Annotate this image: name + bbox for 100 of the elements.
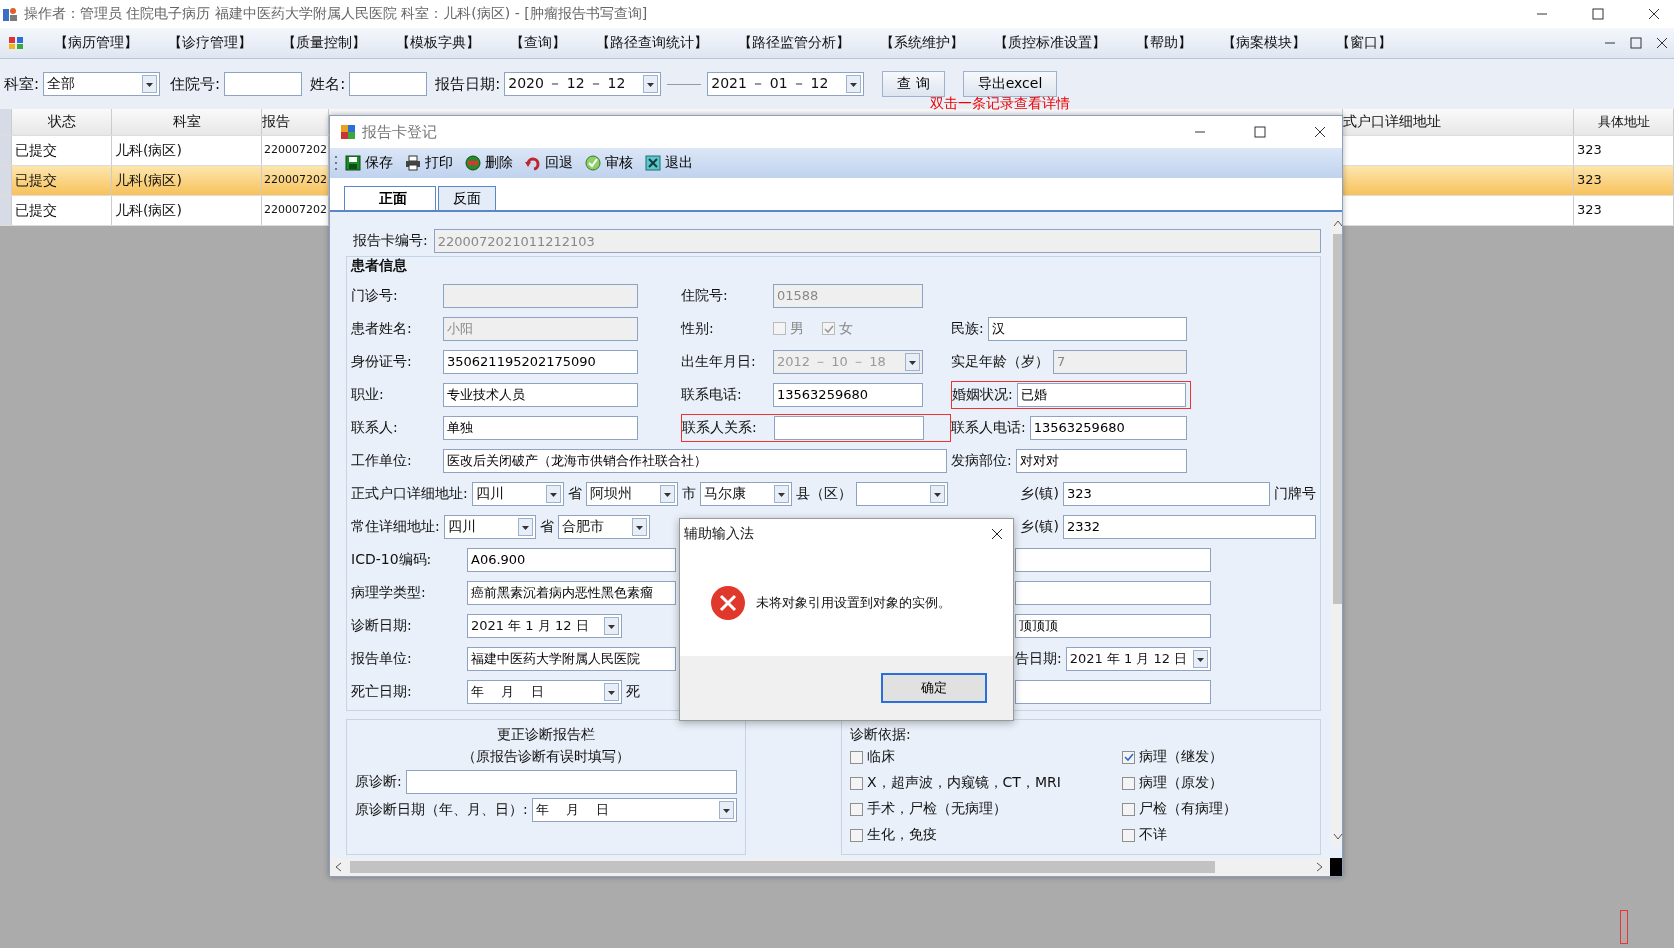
checkbox-label: 手术，尸检（无病理） — [867, 800, 1007, 818]
date-picker[interactable]: 2020 － 12 － 12 — [504, 72, 662, 96]
printer-icon — [405, 155, 421, 171]
menu-item[interactable]: 【系统维护】 — [880, 34, 964, 52]
menu-item[interactable]: 【查询】 — [510, 34, 566, 52]
input-field[interactable]: 顶顶顶 — [1015, 613, 1211, 638]
tab[interactable]: 正面 — [344, 186, 436, 210]
input-field[interactable]: 单独 — [443, 415, 638, 440]
dropdown[interactable]: 阿坝州 — [585, 481, 678, 506]
checkbox[interactable] — [1122, 750, 1135, 764]
input-field[interactable]: 323 — [1062, 481, 1270, 506]
window-title: 报告卡登记 — [362, 122, 437, 142]
input-field[interactable]: 癌前黑素沉着病内恶性黑色素瘤 — [467, 580, 676, 605]
field-label: ICD-10编码: — [351, 550, 433, 569]
error-message: 未将对象引用设置到对象的实例。 — [756, 593, 951, 612]
menu-item[interactable]: 【质控标准设置】 — [994, 34, 1106, 52]
input-field[interactable] — [1015, 547, 1211, 572]
input-field[interactable] — [224, 72, 303, 96]
field-label: 报告日期: — [435, 74, 501, 94]
field-label: 出生年月日: — [681, 352, 757, 371]
checkbox[interactable] — [1122, 828, 1135, 842]
section-subtitle: （原报告诊断有误时填写） — [462, 748, 630, 766]
menu-item[interactable]: 【窗口】 — [1336, 34, 1392, 52]
menu-item[interactable]: 【病案模块】 — [1222, 34, 1306, 52]
button[interactable]: 导出excel — [962, 71, 1058, 97]
input-field[interactable]: A06.900 — [467, 547, 676, 572]
checkbox[interactable] — [850, 828, 863, 842]
checkbox-label: 男 — [790, 319, 804, 338]
form-icon — [340, 124, 356, 140]
menu-item[interactable]: 【模板字典】 — [396, 34, 480, 52]
field-label: 婚姻状况: — [952, 385, 1013, 404]
input-field[interactable]: 2332 — [1062, 514, 1316, 539]
dropdown[interactable]: 马尔康 — [699, 481, 792, 506]
dropdown[interactable]: 全部 — [43, 72, 161, 96]
column-header[interactable]: 具体地址 — [1574, 109, 1674, 135]
input-field[interactable]: 对对对 — [1015, 448, 1187, 473]
tab[interactable]: 反面 — [438, 186, 496, 210]
column-header[interactable]: 状态 — [12, 109, 112, 135]
input-field[interactable]: 汉 — [987, 316, 1187, 341]
input-field[interactable] — [405, 770, 737, 794]
field-label: 科室: — [4, 74, 40, 94]
menu-item[interactable]: 【诊疗管理】 — [168, 34, 252, 52]
checkbox[interactable] — [850, 750, 863, 764]
input-field[interactable]: 医改后关闭破产（龙海市供销合作社联合社） — [443, 448, 947, 473]
input-field[interactable]: 350621195202175090 — [443, 349, 638, 374]
date-picker[interactable]: 2021 － 01 － 12 — [707, 72, 865, 96]
toolbar-button[interactable]: 保存 — [340, 152, 398, 174]
field-label: 常住详细地址: — [351, 517, 440, 536]
input-field[interactable]: 专业技术人员 — [443, 382, 638, 407]
error-icon — [710, 584, 746, 621]
checkbox-label: 女 — [839, 319, 853, 338]
field-label: 联系人: — [351, 418, 399, 437]
field-label: 省 — [567, 484, 582, 503]
maximize-icon — [1592, 8, 1604, 20]
dropdown[interactable]: 合肥市 — [557, 514, 650, 539]
menu-item[interactable]: 【质量控制】 — [282, 34, 366, 52]
dropdown[interactable]: 四川 — [443, 514, 536, 539]
field-label: 报告卡编号: — [353, 232, 428, 250]
field-label: 住院号: — [681, 286, 729, 305]
input-field[interactable] — [349, 72, 428, 96]
field-label: 发病部位: — [951, 451, 1012, 470]
toolbar-button[interactable]: 删除 — [460, 152, 518, 174]
input-field[interactable] — [1015, 580, 1211, 605]
field-label: 乡(镇) — [1020, 484, 1059, 503]
field-label: 原诊断日期（年、月、日）: — [355, 801, 528, 819]
field-label: 死亡日期: — [351, 682, 413, 701]
input-field[interactable] — [774, 415, 924, 440]
table-cell: 儿科(病区) — [112, 136, 262, 165]
menu-item[interactable]: 【帮助】 — [1136, 34, 1192, 52]
close-box-icon — [645, 155, 661, 171]
date-picker[interactable]: 年 月 日 — [531, 798, 737, 822]
button[interactable]: 查 询 — [882, 71, 945, 97]
table-cell: 已提交 — [12, 136, 112, 165]
date-picker[interactable]: 2021 年 1 月 12 日 — [467, 613, 622, 638]
dropdown[interactable] — [855, 481, 948, 506]
toolbar-button[interactable]: 打印 — [400, 152, 458, 174]
input-field[interactable]: 13563259680 — [1029, 415, 1187, 440]
menu-item[interactable]: 【病历管理】 — [54, 34, 138, 52]
toolbar-button[interactable]: 回退 — [520, 152, 578, 174]
dropdown[interactable]: 四川 — [471, 481, 564, 506]
input-field[interactable]: 已婚 — [1016, 382, 1186, 407]
column-header[interactable]: 科室 — [112, 109, 262, 135]
input-field[interactable] — [1015, 679, 1211, 704]
toolbar-button[interactable]: 审核 — [580, 152, 638, 174]
input-field[interactable]: 13563259680 — [773, 382, 923, 407]
menu-item[interactable]: 【路径查询统计】 — [596, 34, 708, 52]
close-icon — [991, 528, 1003, 540]
field-label: 联系人关系: — [682, 418, 758, 437]
checkbox[interactable] — [850, 776, 863, 790]
toolbar-button[interactable]: 退出 — [640, 152, 698, 174]
checkbox[interactable] — [1122, 802, 1135, 816]
menu-item[interactable]: 【路径监管分析】 — [738, 34, 850, 52]
checkbox[interactable] — [1122, 776, 1135, 790]
input-field[interactable]: 福建中医药大学附属人民医院 — [467, 646, 676, 671]
date-picker[interactable]: 2021 年 1 月 12 日 — [1065, 646, 1211, 671]
field-label: 门诊号: — [351, 286, 399, 305]
checkbox[interactable] — [850, 802, 863, 816]
field-label: 民族: — [951, 319, 984, 338]
ok-button[interactable]: 确定 — [881, 673, 987, 703]
date-picker[interactable]: 年 月 日 — [467, 679, 622, 704]
